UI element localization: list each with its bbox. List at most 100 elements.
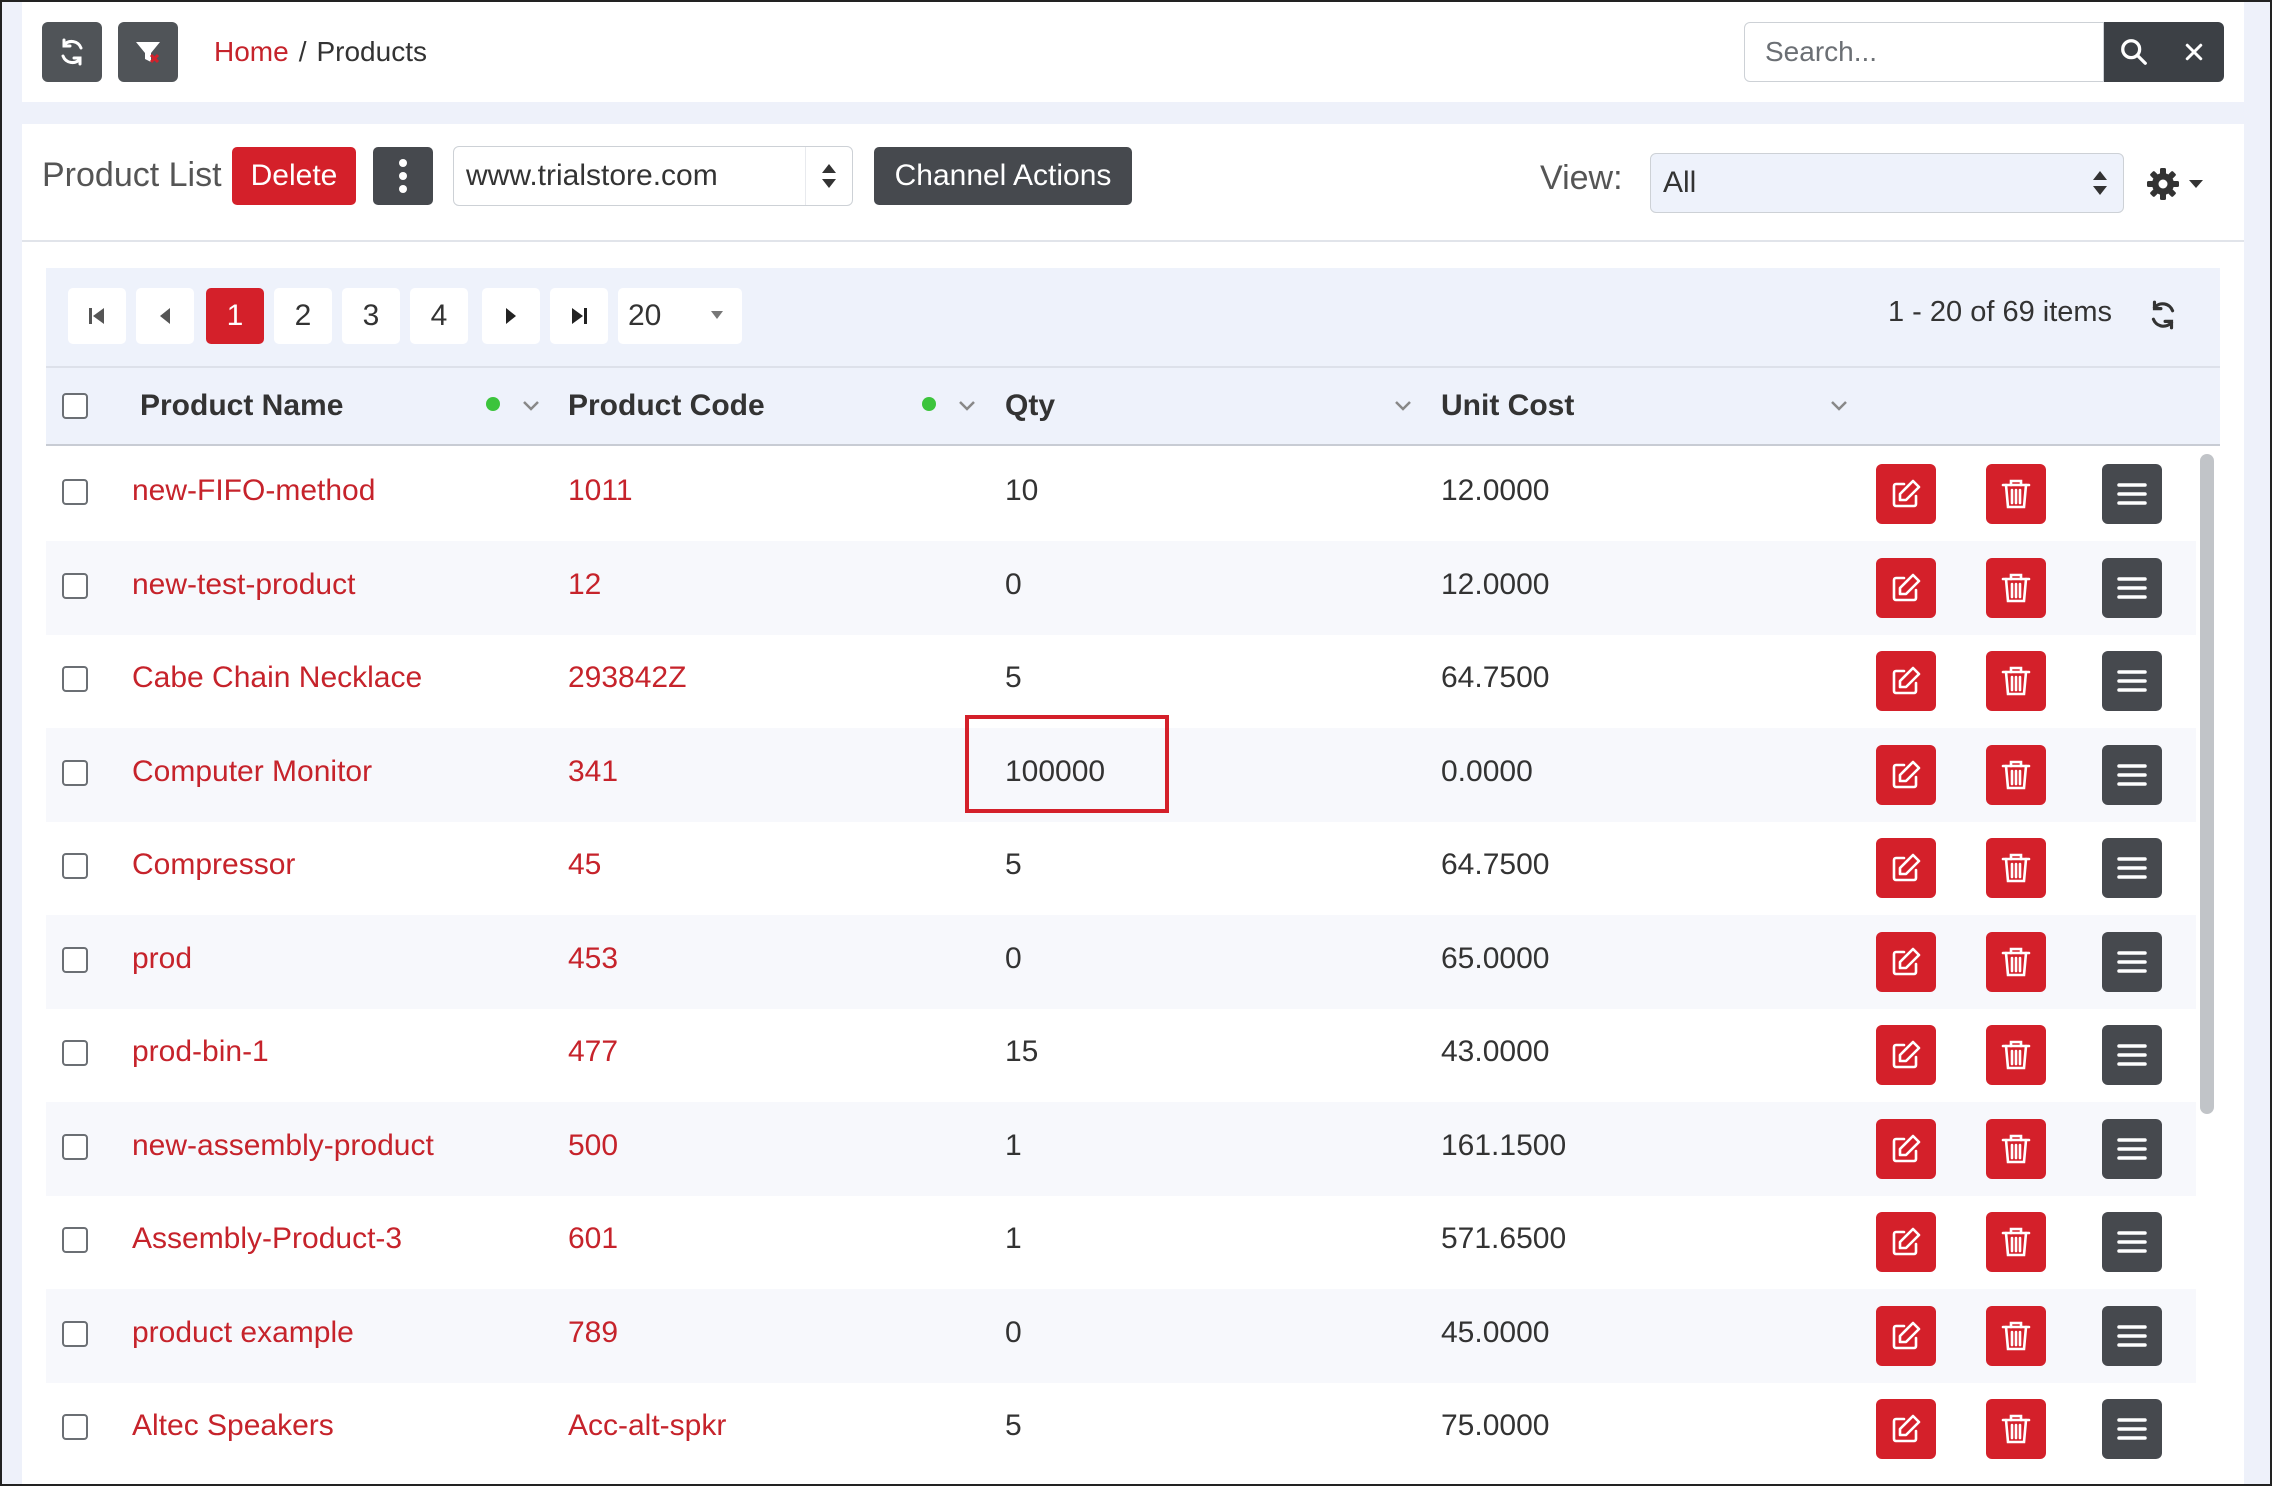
product-name-link[interactable]: prod-bin-1 [132,1032,269,1072]
column-header-product-code[interactable]: Product Code [568,386,765,426]
product-code-link[interactable]: Acc-alt-spkr [568,1406,726,1446]
prev-page-button[interactable] [136,288,194,344]
page-4-button[interactable]: 4 [410,288,468,344]
more-options-button[interactable] [373,147,433,205]
delete-button[interactable]: Delete [232,147,356,205]
product-name-link[interactable]: new-assembly-product [132,1126,434,1166]
view-select[interactable]: All [1650,153,2124,213]
delete-row-button[interactable] [1986,464,2046,524]
row-checkbox[interactable] [62,1134,88,1160]
edit-button[interactable] [1876,932,1936,992]
product-name-link[interactable]: product example [132,1313,354,1353]
edit-button[interactable] [1876,464,1936,524]
refresh-button[interactable] [42,22,102,82]
column-header-unit-cost[interactable]: Unit Cost [1441,386,1574,426]
row-checkbox[interactable] [62,666,88,692]
delete-row-button[interactable] [1986,1399,2046,1459]
product-name-link[interactable]: Assembly-Product-3 [132,1219,402,1259]
product-code-link[interactable]: 12 [568,565,601,605]
edit-button[interactable] [1876,558,1936,618]
row-menu-button[interactable] [2102,1399,2162,1459]
delete-row-button[interactable] [1986,651,2046,711]
row-checkbox[interactable] [62,1414,88,1440]
product-code-link[interactable]: 453 [568,939,618,979]
scrollbar-thumb[interactable] [2200,454,2214,1114]
row-menu-button[interactable] [2102,1025,2162,1085]
row-checkbox[interactable] [62,1321,88,1347]
product-code-link[interactable]: 1011 [568,471,633,511]
edit-button[interactable] [1876,838,1936,898]
row-menu-button[interactable] [2102,464,2162,524]
product-code-link[interactable]: 477 [568,1032,618,1072]
product-code-link[interactable]: 45 [568,845,601,885]
row-checkbox[interactable] [62,947,88,973]
breadcrumb-home-link[interactable]: Home [214,36,289,67]
row-checkbox[interactable] [62,1227,88,1253]
column-header-product-name[interactable]: Product Name [140,386,343,426]
row-menu-button[interactable] [2102,1119,2162,1179]
delete-row-button[interactable] [1986,1306,2046,1366]
product-name-link[interactable]: Altec Speakers [132,1406,334,1446]
delete-row-button[interactable] [1986,1119,2046,1179]
delete-row-button[interactable] [1986,745,2046,805]
row-checkbox[interactable] [62,760,88,786]
row-menu-button[interactable] [2102,745,2162,805]
row-checkbox[interactable] [62,1040,88,1066]
edit-button[interactable] [1876,651,1936,711]
product-name-link[interactable]: Compressor [132,845,295,885]
chevron-down-icon[interactable] [956,394,978,416]
column-header-qty[interactable]: Qty [1005,386,1055,426]
product-name-link[interactable]: prod [132,939,192,979]
product-code-link[interactable]: 789 [568,1313,618,1353]
channel-select[interactable]: www.trialstore.com [453,146,853,206]
delete-row-button[interactable] [1986,838,2046,898]
row-menu-button[interactable] [2102,838,2162,898]
edit-button[interactable] [1876,1119,1936,1179]
chevron-down-icon[interactable] [520,394,542,416]
edit-button[interactable] [1876,1212,1936,1272]
row-checkbox[interactable] [62,853,88,879]
settings-dropdown[interactable] [2146,164,2210,204]
delete-row-button[interactable] [1986,1025,2046,1085]
filter-button[interactable] [118,22,178,82]
product-code-link[interactable]: 500 [568,1126,618,1166]
search-input[interactable] [1744,22,2104,82]
row-menu-button[interactable] [2102,1306,2162,1366]
row-menu-button[interactable] [2102,651,2162,711]
menu-icon [2117,764,2147,786]
chevron-down-icon[interactable] [1392,394,1414,416]
product-name-link[interactable]: new-test-product [132,565,355,605]
row-checkbox[interactable] [62,573,88,599]
product-name-link[interactable]: Cabe Chain Necklace [132,658,422,698]
row-menu-button[interactable] [2102,558,2162,618]
edit-button[interactable] [1876,1306,1936,1366]
product-code-link[interactable]: 293842Z [568,658,686,698]
last-page-button[interactable] [550,288,608,344]
product-code-link[interactable]: 601 [568,1219,618,1259]
row-menu-button[interactable] [2102,1212,2162,1272]
product-name-link[interactable]: new-FIFO-method [132,471,375,511]
page-1-button[interactable]: 1 [206,288,264,344]
chevron-down-icon[interactable] [1828,394,1850,416]
page-2-button[interactable]: 2 [274,288,332,344]
page-size-select[interactable]: 20 [618,288,742,344]
edit-button[interactable] [1876,1025,1936,1085]
page-3-button[interactable]: 3 [342,288,400,344]
row-checkbox[interactable] [62,479,88,505]
product-code-link[interactable]: 341 [568,752,618,792]
product-name-link[interactable]: Computer Monitor [132,752,372,792]
pager-refresh-button[interactable] [2146,298,2180,332]
clear-search-button[interactable] [2164,22,2224,82]
delete-row-button[interactable] [1986,1212,2046,1272]
row-menu-button[interactable] [2102,932,2162,992]
delete-row-button[interactable] [1986,932,2046,992]
first-page-button[interactable] [68,288,126,344]
search-button[interactable] [2104,22,2164,82]
edit-button[interactable] [1876,745,1936,805]
menu-icon [2117,857,2147,879]
delete-row-button[interactable] [1986,558,2046,618]
edit-button[interactable] [1876,1399,1936,1459]
select-all-checkbox[interactable] [62,393,88,419]
channel-actions-button[interactable]: Channel Actions [874,147,1132,205]
next-page-button[interactable] [482,288,540,344]
